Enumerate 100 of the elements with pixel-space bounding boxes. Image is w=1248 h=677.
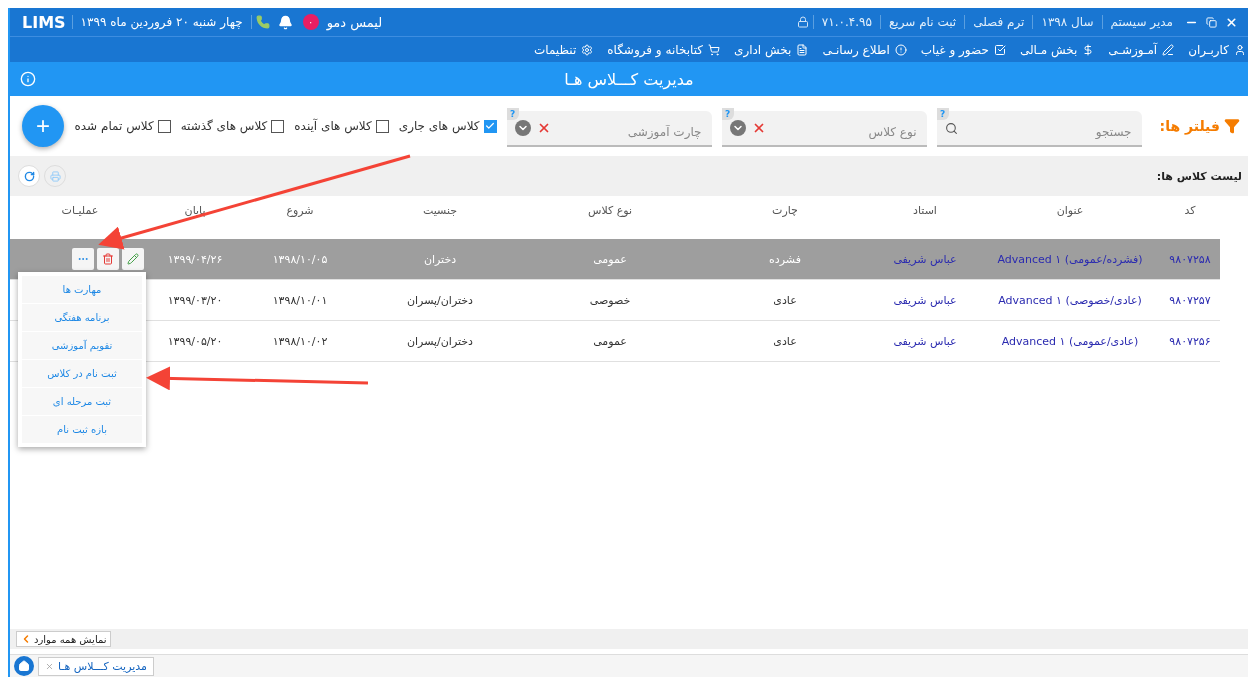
table-cell-text: ۱۳۹۹/۰۳/۲۰ — [166, 293, 224, 307]
table-cell-text: عمومی — [592, 334, 628, 348]
filter-icon — [1224, 118, 1240, 134]
table-cell-text: ۹۸۰۷۲۵۸ — [1168, 252, 1212, 266]
table-cell-text: عادی — [772, 334, 798, 348]
check-icon — [485, 121, 496, 131]
table-cell-text: عمومی — [592, 252, 628, 266]
select-field[interactable]: نوع کلاس ? — [721, 111, 927, 147]
notification-badge: ۰ — [302, 14, 319, 30]
filter-checkbox[interactable]: کلاس های جاری — [398, 119, 497, 133]
close-icon[interactable] — [1225, 15, 1238, 29]
column-header[interactable]: چارت — [700, 204, 870, 217]
menu-entry[interactable]: برنامه هفتگی — [22, 304, 142, 331]
alert-icon — [894, 43, 907, 56]
menu-item[interactable]: تنظیمات — [533, 42, 594, 57]
cart-icon — [708, 43, 720, 56]
logo: LIMS — [21, 12, 67, 32]
menu-item[interactable]: آمـوزشـی — [1108, 42, 1175, 57]
column-header[interactable]: عنوان — [980, 204, 1160, 217]
table-cell-text: ۱۳۹۸/۱۰/۰۲ — [271, 334, 329, 348]
help-badge[interactable]: ? — [506, 108, 519, 120]
edit-button[interactable] — [122, 248, 144, 270]
table-cell-text: دختران — [422, 252, 458, 266]
user-name[interactable]: لیمس دمو — [318, 14, 391, 30]
table-cell-text: فشرده — [768, 252, 802, 266]
menu-item[interactable]: کاربـران — [1188, 42, 1246, 57]
pencil-icon — [1162, 43, 1175, 56]
table-cell-text: دختران/پسران — [406, 334, 474, 348]
print-icon — [49, 170, 61, 182]
table-cell-text: (فشرده/عمومی) Advanced ۱ — [996, 252, 1144, 266]
column-header[interactable]: عملیـات — [10, 204, 150, 217]
filter-checkbox[interactable]: کلاس تمام شده — [74, 119, 171, 133]
table-cell-text: دختران/پسران — [406, 293, 474, 307]
trash-icon — [102, 253, 114, 265]
column-header[interactable]: جنسیت — [360, 204, 520, 217]
filters-label: فیلتر ها: — [1159, 118, 1240, 134]
menu-item[interactable]: بخش مـالی — [1019, 42, 1095, 57]
table-cell-text: (عادی/خصوصی) Advanced ۱ — [997, 293, 1143, 307]
delete-button[interactable] — [97, 248, 119, 270]
table-cell-text: عباس شریفی — [892, 252, 958, 266]
table-cell-text: عباس شریفی — [892, 293, 958, 307]
status-text: ثبت نام سریع — [879, 15, 965, 29]
menu-entry[interactable]: بازه ثبت نام — [22, 416, 142, 443]
page-tab[interactable]: مدیریت کـــلاس هـا — [38, 656, 154, 676]
info-icon[interactable] — [20, 71, 36, 87]
pencil-icon — [127, 253, 139, 265]
help-badge[interactable]: ? — [936, 108, 949, 120]
column-header[interactable]: نوع کلاس — [520, 204, 700, 217]
column-header[interactable]: استاد — [870, 204, 980, 217]
status-text: ترم فصلی — [964, 15, 1033, 29]
filter-checkbox[interactable]: کلاس های آینده — [294, 119, 389, 133]
menu-item[interactable]: حضور و غیاب — [920, 42, 1006, 57]
table-cell-text: ۱۳۹۹/۰۵/۲۰ — [166, 334, 224, 348]
table-row[interactable]: ۹۸۰۷۲۵۸ (فشرده/عمومی) Advanced ۱ عباس شریفی فشرده عمومی دختران ۱۳۹۸/۱۰/۰۵ ۱۳۹۹/۰۴/۲۶ — [10, 239, 1220, 280]
table-cell-text: عادی — [772, 293, 798, 307]
settings-icon — [581, 43, 594, 56]
home-icon — [18, 660, 30, 672]
date-text: چهار شنبه ۲۰ فروردین ماه ۱۳۹۹ — [71, 15, 252, 29]
column-header[interactable]: کد — [1160, 204, 1220, 217]
table-cell-text: ۱۳۹۸/۱۰/۰۵ — [271, 252, 329, 266]
chevron-icon[interactable] — [729, 120, 746, 136]
table-cell-text: ۹۸۰۷۲۵۶ — [1168, 334, 1212, 348]
help-badge[interactable]: ? — [721, 108, 734, 120]
filter-checkbox[interactable]: کلاس های گذشته — [180, 119, 285, 133]
status-text: مدیر سیستم — [1101, 15, 1181, 29]
select-field[interactable]: چارت آموزشی ? — [506, 111, 712, 147]
document-icon — [796, 43, 809, 56]
menu-item[interactable]: اطلاع رسانـی — [822, 42, 907, 57]
menu-item[interactable]: کتابخانه و فروشگاه — [607, 42, 720, 57]
menu-entry[interactable]: ثبت نام در کلاس — [22, 360, 142, 387]
menu-entry[interactable]: مهارت ها — [22, 276, 142, 303]
search-field[interactable]: جستجو ? — [936, 111, 1142, 147]
search-icon — [944, 121, 958, 135]
dollar-icon — [1082, 43, 1095, 56]
show-all-button[interactable]: نمایش همه موارد — [16, 631, 111, 647]
checkbox-icon — [993, 43, 1006, 56]
refresh-button[interactable] — [18, 165, 40, 187]
table-cell-text: خصوصی — [588, 293, 632, 307]
menu-item[interactable]: بخش اداری — [734, 42, 809, 57]
bell-icon[interactable] — [277, 14, 293, 30]
status-text: ۷۱.۰.۴.۹۵ — [812, 15, 880, 29]
page-title: مدیریت کـــلاس هـا — [564, 69, 694, 89]
chevron-icon[interactable] — [514, 120, 531, 136]
refresh-icon — [23, 170, 35, 182]
phone-icon[interactable] — [255, 15, 270, 29]
status-text: سال ۱۳۹۸ — [1032, 15, 1102, 29]
table-cell-text: ۹۸۰۷۲۵۷ — [1168, 293, 1212, 307]
close-icon[interactable] — [45, 661, 54, 671]
table-cell-text: (عادی/عمومی) Advanced ۱ — [1000, 334, 1140, 348]
restore-icon[interactable] — [1206, 16, 1217, 28]
table-cell-text: ۱۳۹۹/۰۴/۲۶ — [166, 252, 224, 266]
menu-entry[interactable]: تقویم آموزشی — [22, 332, 142, 359]
menu-entry[interactable]: ثبت مرحله ای — [22, 388, 142, 415]
home-button[interactable] — [14, 656, 34, 676]
list-title: لیست کلاس ها: — [1156, 169, 1242, 183]
user-icon — [1234, 43, 1246, 56]
table-cell-text: عباس شریفی — [892, 334, 958, 348]
add-button[interactable]: + — [22, 105, 64, 147]
lock-icon — [796, 16, 809, 28]
column-header[interactable]: شروع — [240, 204, 360, 217]
